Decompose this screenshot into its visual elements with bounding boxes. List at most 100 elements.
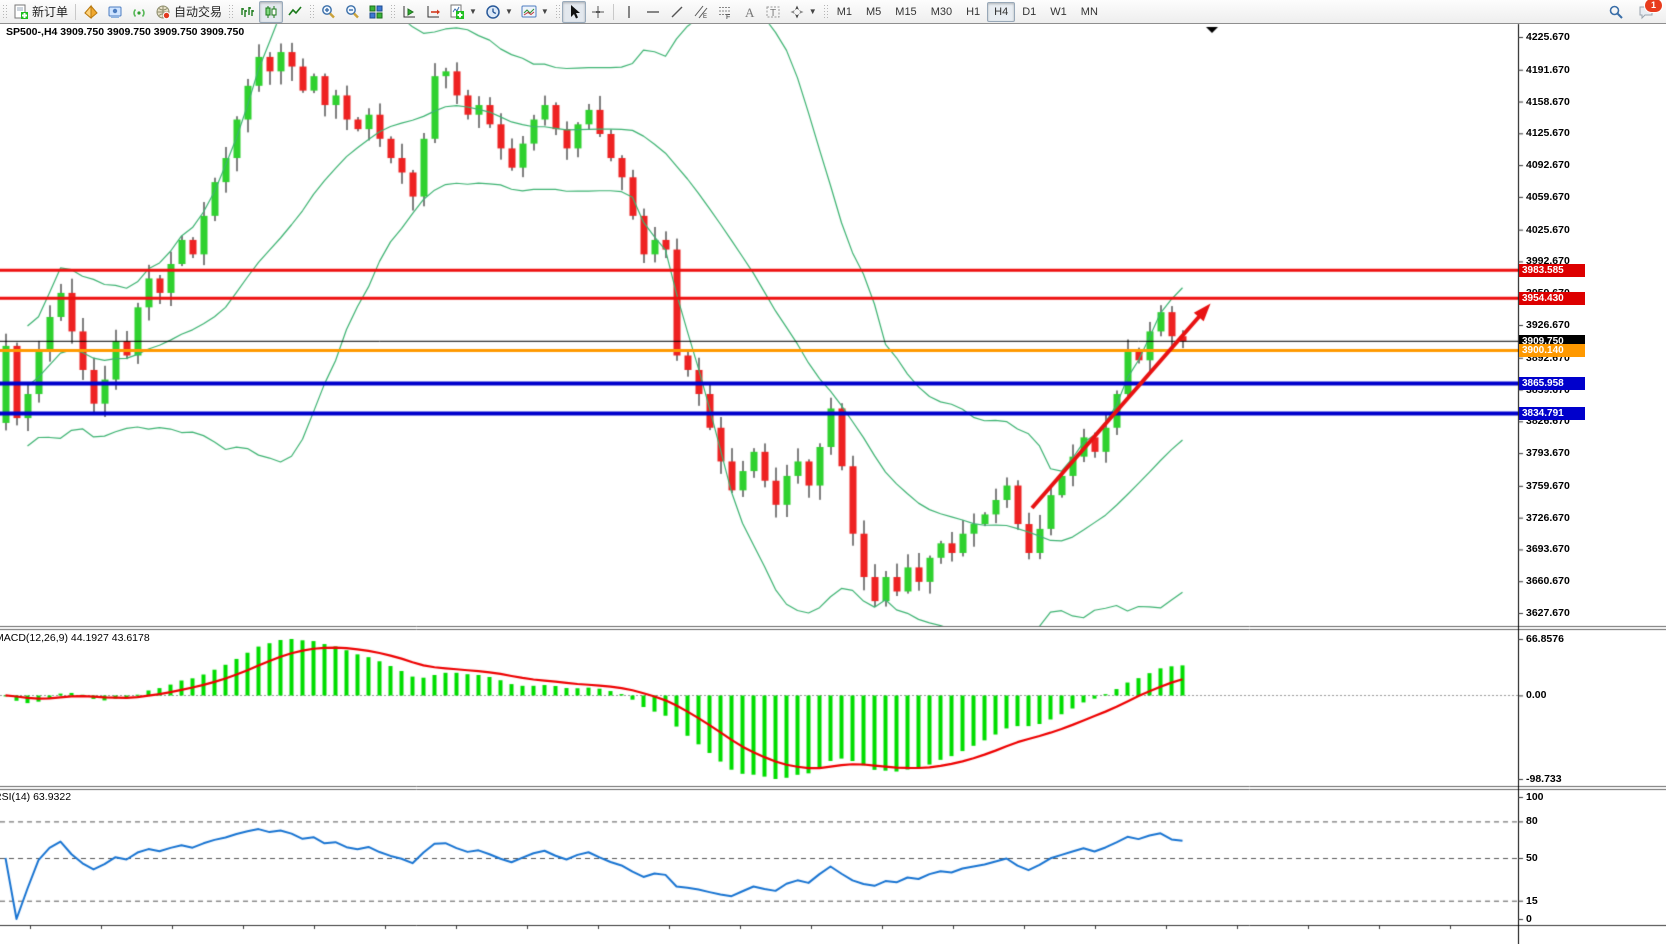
zoom-in-button[interactable] bbox=[316, 1, 340, 23]
templates-icon bbox=[521, 4, 537, 20]
rsi-tick-label: 15 bbox=[1526, 895, 1538, 907]
chevron-down-icon: ▼ bbox=[541, 7, 549, 16]
arrows-icon bbox=[789, 4, 805, 20]
rsi-tick-label: 100 bbox=[1526, 791, 1544, 803]
timeframe-W1[interactable]: W1 bbox=[1043, 2, 1074, 22]
indicators-icon bbox=[449, 4, 465, 20]
prism-button[interactable] bbox=[79, 1, 103, 23]
signal-button[interactable] bbox=[127, 1, 151, 23]
periods-icon bbox=[485, 4, 501, 20]
new-order-button[interactable]: 新订单 bbox=[9, 1, 72, 23]
macd-tick-label: -98.733 bbox=[1526, 773, 1562, 785]
price-tick-label: 3693.670 bbox=[1526, 543, 1570, 555]
price-tick-label: 4158.670 bbox=[1526, 96, 1570, 108]
price-tick-label: 4125.670 bbox=[1526, 127, 1570, 139]
svg-text:T: T bbox=[770, 8, 776, 19]
macd-tick-label: 66.8576 bbox=[1526, 633, 1564, 645]
toolbar-grip bbox=[2, 4, 7, 20]
signal-icon bbox=[131, 4, 147, 20]
chart-canvas[interactable] bbox=[0, 0, 1666, 944]
zoom-out-icon bbox=[344, 4, 360, 20]
text-button[interactable]: A bbox=[737, 1, 761, 23]
chevron-down-icon: ▼ bbox=[809, 7, 817, 16]
candlestick-button[interactable] bbox=[259, 1, 283, 23]
line-chart-icon bbox=[287, 4, 303, 20]
community-icon bbox=[107, 4, 123, 20]
notification-badge: 1 bbox=[1644, 0, 1663, 13]
trendline-icon bbox=[669, 4, 685, 20]
price-tick-label: 3660.670 bbox=[1526, 575, 1570, 587]
search-button[interactable] bbox=[1604, 1, 1628, 23]
autotrade-icon bbox=[155, 4, 171, 20]
autotrade-button[interactable]: 自动交易 bbox=[151, 1, 226, 23]
trendline-button[interactable] bbox=[665, 1, 689, 23]
equidistant-channel-icon: E bbox=[693, 4, 709, 20]
toolbar-grip bbox=[390, 4, 395, 20]
chevron-down-icon: ▼ bbox=[469, 7, 477, 16]
timeframe-H1[interactable]: H1 bbox=[959, 2, 987, 22]
zoom-in-icon bbox=[320, 4, 336, 20]
toolbar-grip bbox=[823, 4, 828, 20]
timeframe-M15[interactable]: M15 bbox=[888, 2, 923, 22]
timeframe-M1[interactable]: M1 bbox=[830, 2, 859, 22]
indicators-button[interactable]: ▼ bbox=[445, 1, 481, 23]
line-chart-button[interactable] bbox=[283, 1, 307, 23]
price-level-badge: 3954.430 bbox=[1519, 292, 1585, 305]
price-tick-label: 4225.670 bbox=[1526, 31, 1570, 43]
text-label-icon: T bbox=[765, 4, 781, 20]
price-tick-label: 3627.670 bbox=[1526, 607, 1570, 619]
price-tick-label: 3759.670 bbox=[1526, 480, 1570, 492]
cursor-icon bbox=[566, 4, 582, 20]
chart-shift-icon bbox=[425, 4, 441, 20]
horizontal-line-button[interactable] bbox=[641, 1, 665, 23]
rsi-tick-label: 80 bbox=[1526, 815, 1538, 827]
price-level-badge: 3834.791 bbox=[1519, 407, 1585, 420]
svg-text:A: A bbox=[745, 5, 755, 20]
periods-button[interactable]: ▼ bbox=[481, 1, 517, 23]
crosshair-button[interactable] bbox=[586, 1, 610, 23]
timeframe-M5[interactable]: M5 bbox=[859, 2, 888, 22]
arrows-button[interactable]: ▼ bbox=[785, 1, 821, 23]
horizontal-line-icon bbox=[645, 4, 661, 20]
toolbar-grip bbox=[228, 4, 233, 20]
prism-icon bbox=[83, 4, 99, 20]
price-tick-label: 4191.670 bbox=[1526, 64, 1570, 76]
search-icon bbox=[1608, 4, 1624, 20]
tile-windows-button[interactable] bbox=[364, 1, 388, 23]
main-toolbar: 新订单 自动交易 bbox=[0, 0, 1666, 24]
cursor-button[interactable] bbox=[562, 1, 586, 23]
tile-windows-icon bbox=[368, 4, 384, 20]
text-label-button[interactable]: T bbox=[761, 1, 785, 23]
auto-scroll-button[interactable] bbox=[397, 1, 421, 23]
chart-shift-button[interactable] bbox=[421, 1, 445, 23]
candlestick-icon bbox=[263, 4, 279, 20]
new-order-icon bbox=[13, 4, 29, 20]
bar-chart-icon bbox=[239, 4, 255, 20]
price-tick-label: 3926.670 bbox=[1526, 319, 1570, 331]
svg-text:E: E bbox=[703, 14, 707, 20]
timeframe-M30[interactable]: M30 bbox=[924, 2, 959, 22]
chat-button[interactable]: 1 bbox=[1634, 1, 1658, 23]
zoom-out-button[interactable] bbox=[340, 1, 364, 23]
autotrade-label: 自动交易 bbox=[174, 3, 222, 20]
community-button[interactable] bbox=[103, 1, 127, 23]
price-tick-label: 4025.670 bbox=[1526, 224, 1570, 236]
mt4-window: 新订单 自动交易 bbox=[0, 0, 1666, 944]
price-tick-label: 3793.670 bbox=[1526, 447, 1570, 459]
timeframe-group: M1M5M15M30H1H4D1W1MN bbox=[830, 2, 1105, 22]
timeframe-MN[interactable]: MN bbox=[1074, 2, 1105, 22]
chevron-down-icon: ▼ bbox=[505, 7, 513, 16]
fibonacci-button[interactable]: F bbox=[713, 1, 737, 23]
templates-button[interactable]: ▼ bbox=[517, 1, 553, 23]
svg-text:F: F bbox=[726, 14, 730, 20]
equidistant-channel-button[interactable]: E bbox=[689, 1, 713, 23]
crosshair-icon bbox=[590, 4, 606, 20]
vertical-line-button[interactable] bbox=[617, 1, 641, 23]
toolbar-grip bbox=[309, 4, 314, 20]
bar-chart-button[interactable] bbox=[235, 1, 259, 23]
auto-scroll-icon bbox=[401, 4, 417, 20]
timeframe-H4[interactable]: H4 bbox=[987, 2, 1015, 22]
timeframe-D1[interactable]: D1 bbox=[1015, 2, 1043, 22]
macd-tick-label: 0.00 bbox=[1526, 689, 1546, 701]
price-level-badge: 3900.140 bbox=[1519, 344, 1585, 357]
